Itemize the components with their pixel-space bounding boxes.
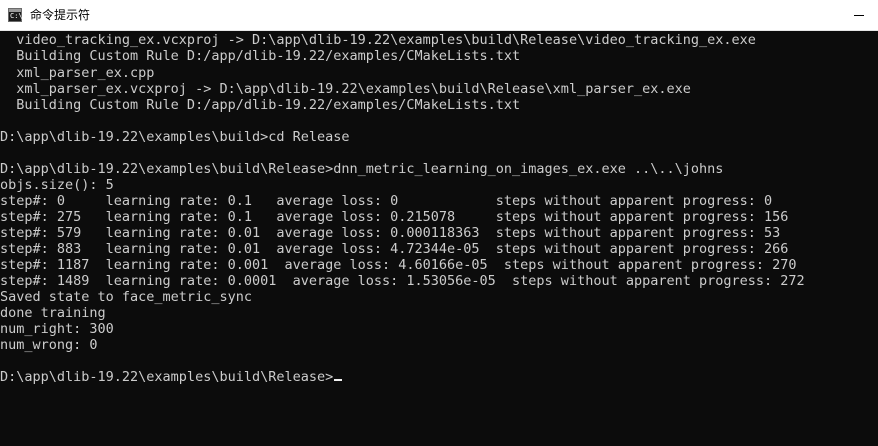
console-line: D:\app\dlib-19.22\examples\build>cd Rele… — [0, 129, 350, 145]
console-line: Saved state to face_metric_sync — [0, 289, 252, 305]
console-line: D:\app\dlib-19.22\examples\build\Release… — [0, 161, 724, 177]
console-line: step#: 883 learning rate: 0.01 average l… — [0, 241, 789, 257]
console-line: video_tracking_ex.vcxproj -> D:\app\dlib… — [0, 32, 756, 48]
prompt-line[interactable]: D:\app\dlib-19.22\examples\build\Release… — [0, 369, 343, 385]
minimize-icon — [854, 15, 864, 16]
console-window: C:\ 命令提示符 video_tracking_ex.vcxproj -> D… — [0, 0, 878, 446]
minimize-button[interactable] — [832, 0, 878, 31]
text-cursor — [334, 379, 343, 381]
console-line: step#: 1187 learning rate: 0.001 average… — [0, 257, 797, 273]
window-title: 命令提示符 — [30, 8, 91, 22]
title-bar[interactable]: C:\ 命令提示符 — [0, 0, 878, 31]
console-line: step#: 1489 learning rate: 0.0001 averag… — [0, 273, 805, 289]
console-line: done training — [0, 305, 106, 321]
icon-glyph: C:\ — [10, 12, 23, 20]
console-line: step#: 275 learning rate: 0.1 average lo… — [0, 209, 789, 225]
console-line: Building Custom Rule D:/app/dlib-19.22/e… — [0, 97, 521, 113]
console-line: num_right: 300 — [0, 321, 114, 337]
console-line: xml_parser_ex.vcxproj -> D:\app\dlib-19.… — [0, 81, 691, 97]
console-line: step#: 579 learning rate: 0.01 average l… — [0, 225, 781, 241]
console-line: objs.size(): 5 — [0, 177, 114, 193]
cmd-icon[interactable]: C:\ — [8, 8, 23, 22]
prompt-text: D:\app\dlib-19.22\examples\build\Release… — [0, 369, 334, 385]
console-line: Building Custom Rule D:/app/dlib-19.22/e… — [0, 48, 521, 64]
console-output[interactable]: video_tracking_ex.vcxproj -> D:\app\dlib… — [0, 31, 878, 446]
console-line: step#: 0 learning rate: 0.1 average loss… — [0, 193, 773, 209]
console-line: xml_parser_ex.cpp — [0, 65, 155, 81]
console-line: num_wrong: 0 — [0, 337, 98, 353]
